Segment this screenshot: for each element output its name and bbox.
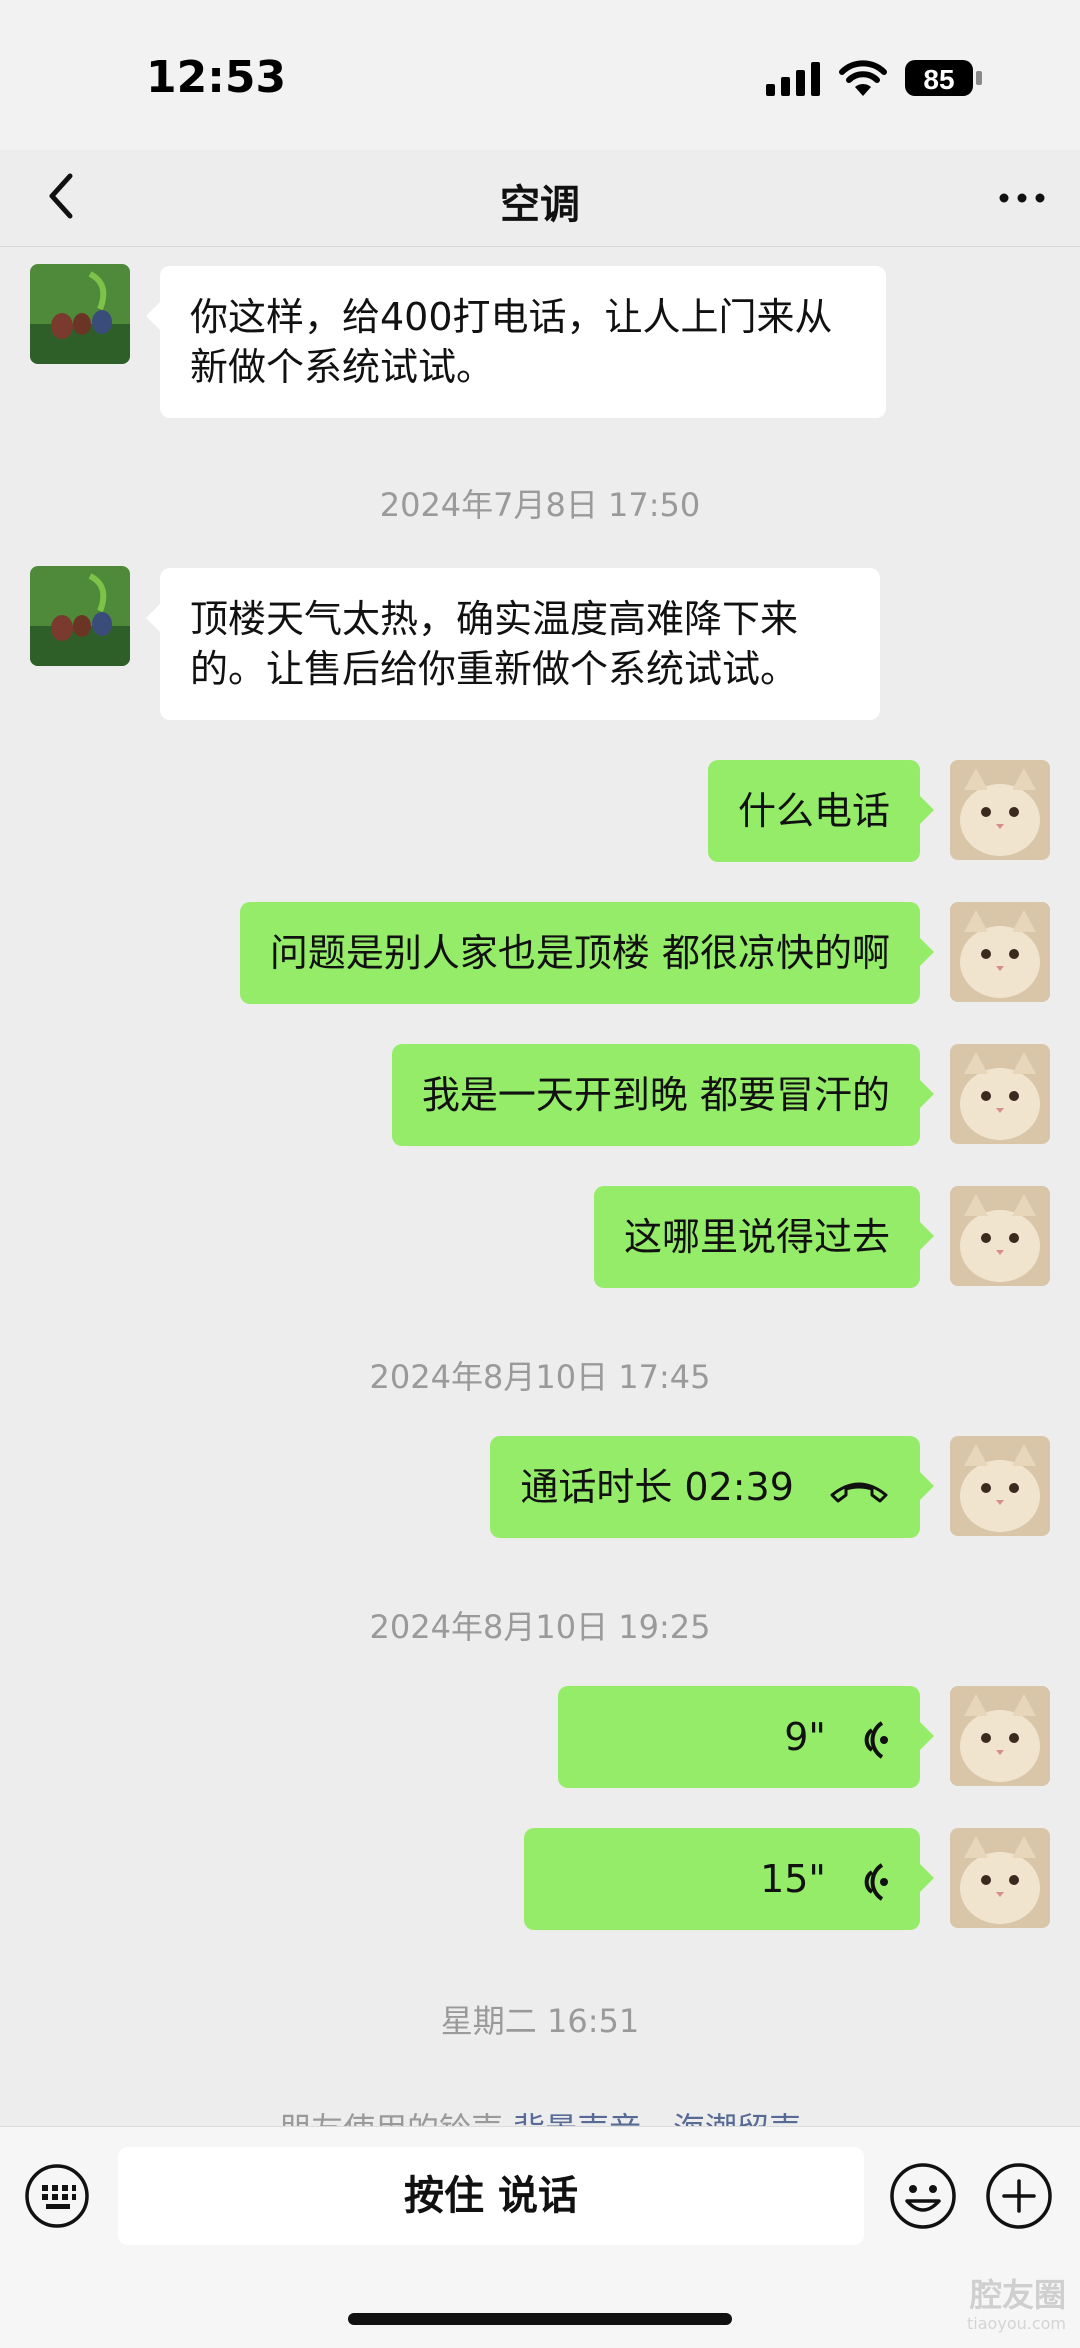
- message-text: 你这样，给400打电话，让人上门来从新做个系统试试。: [190, 295, 833, 389]
- message-bubble-sent[interactable]: 这哪里说得过去: [593, 1186, 935, 1288]
- voice-message-bubble[interactable]: 15": [524, 1828, 934, 1930]
- phone-hangup-icon: [830, 1482, 888, 1502]
- ringtone-link-song[interactable]: 海潮留声: [673, 2110, 801, 2126]
- message-text: 我是一天开到晚 都要冒汗的: [421, 1073, 890, 1117]
- message-bubble-sent[interactable]: 我是一天开到晚 都要冒汗的: [391, 1044, 935, 1146]
- timestamp: 2024年8月10日 19:25: [369, 1608, 711, 1646]
- chat-title: 空调: [500, 182, 580, 228]
- voice-duration: 15": [760, 1857, 826, 1901]
- my-avatar[interactable]: [950, 902, 1050, 1002]
- contact-avatar[interactable]: [30, 566, 130, 666]
- ringtone-note: 朋友使用的铃声 背景声音 - 海潮留声: [0, 2104, 1080, 2126]
- message-bubble-sent[interactable]: 问题是别人家也是顶楼 都很凉快的啊: [239, 902, 935, 1004]
- voice-message-bubble[interactable]: 9": [558, 1686, 934, 1788]
- message-text: 这哪里说得过去: [623, 1215, 890, 1259]
- ringtone-note-prefix: 朋友使用的铃声: [279, 2110, 503, 2126]
- watermark-text: 腔友圈: [969, 2276, 1066, 2314]
- message-bubble-sent[interactable]: 什么电话: [707, 760, 935, 862]
- plus-icon[interactable]: [984, 2161, 1054, 2231]
- my-avatar[interactable]: [950, 1828, 1050, 1928]
- timestamp: 星期二 16:51: [440, 2002, 640, 2040]
- my-avatar[interactable]: [950, 1044, 1050, 1144]
- status-time: 12:53: [146, 52, 287, 103]
- contact-avatar[interactable]: [30, 264, 130, 364]
- wifi-icon: [839, 60, 887, 96]
- my-avatar[interactable]: [950, 760, 1050, 860]
- ringtone-note-separator: -: [641, 2110, 673, 2126]
- nav-bar: 空调: [0, 150, 1080, 247]
- chat-area[interactable]: 你这样，给400打电话，让人上门来从新做个系统试试。 2024年7月8日 17:…: [0, 246, 1080, 2126]
- my-avatar[interactable]: [950, 1436, 1050, 1536]
- voice-wave-icon: [864, 1720, 888, 1759]
- ringtone-link-background[interactable]: 背景声音: [513, 2110, 641, 2126]
- watermark-subtext: tiaoyou.com: [967, 2314, 1066, 2333]
- message-bubble-received[interactable]: 顶楼天气太热，确实温度高难降下来的。让售后给你重新做个系统试试。: [146, 568, 880, 720]
- battery-level: 85: [923, 64, 954, 95]
- more-options-icon[interactable]: [992, 168, 1052, 228]
- message-text: 什么电话: [737, 789, 890, 833]
- my-avatar[interactable]: [950, 1686, 1050, 1786]
- my-avatar[interactable]: [950, 1186, 1050, 1286]
- message-text: 顶楼天气太热，确实温度高难降下来的。让售后给你重新做个系统试试。: [190, 597, 799, 691]
- cellular-signal-icon: [766, 62, 820, 96]
- hold-to-talk-button[interactable]: 按住 说话: [118, 2147, 864, 2245]
- battery-icon: 85: [904, 58, 984, 102]
- timestamp: 2024年7月8日 17:50: [379, 486, 701, 524]
- call-record-bubble[interactable]: 通话时长 02:39: [490, 1436, 934, 1538]
- message-text: 问题是别人家也是顶楼 都很凉快的啊: [269, 931, 890, 975]
- emoji-icon[interactable]: [888, 2161, 958, 2231]
- keyboard-toggle-icon[interactable]: [24, 2163, 90, 2229]
- home-indicator[interactable]: [348, 2313, 732, 2325]
- status-bar: 12:53 85: [0, 0, 1080, 150]
- voice-duration: 9": [784, 1715, 826, 1759]
- message-bubble-received[interactable]: 你这样，给400打电话，让人上门来从新做个系统试试。: [146, 266, 886, 418]
- timestamp: 2024年8月10日 17:45: [369, 1358, 711, 1396]
- call-duration-text: 通话时长 02:39: [520, 1465, 794, 1509]
- voice-wave-icon: [864, 1862, 888, 1901]
